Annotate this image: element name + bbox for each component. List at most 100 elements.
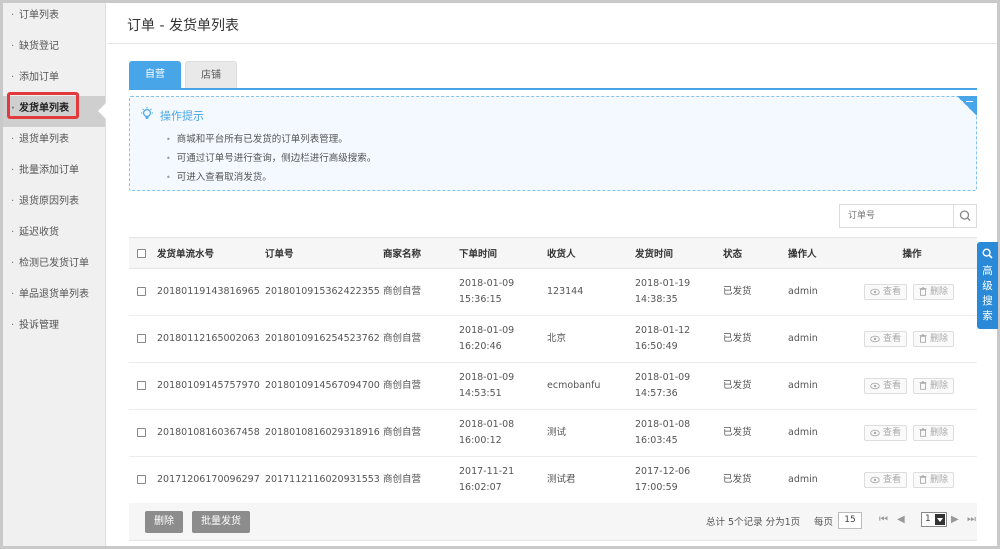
ship-time: 2018-01-19 14:38:35 [635, 268, 723, 316]
delete-button[interactable]: 删除 [913, 284, 955, 300]
sidebar-item-add-order[interactable]: 添加订单 [3, 65, 105, 96]
order-date: 2018-01-09 [459, 325, 515, 336]
next-page-icon[interactable]: ▶ [951, 514, 959, 525]
sidebar-item-order-list[interactable]: 订单列表 [3, 3, 105, 34]
sidebar-item-delay-receive[interactable]: 延迟收货 [3, 220, 105, 251]
prev-page-icon[interactable]: ◀ [897, 514, 905, 525]
consignee-link[interactable]: 北京 [547, 315, 635, 363]
col-header: 下单时间 [459, 237, 547, 269]
shop-name: 商创自营 [383, 456, 459, 504]
per-page-label: 每页 [814, 517, 834, 528]
sidebar: 订单列表 缺货登记 添加订单 发货单列表 退货单列表 批量添加订单 退货原因列表… [3, 3, 106, 546]
status-text: 已发货 [723, 409, 788, 457]
consignee-link[interactable]: 123144 [547, 268, 635, 316]
order-time: 2018-01-09 16:20:46 [459, 315, 547, 363]
delete-button[interactable]: 删除 [913, 472, 955, 488]
sidebar-item-check-shipped[interactable]: 检测已发货订单 [3, 251, 105, 282]
consignee-link[interactable]: 测试 [547, 409, 635, 457]
delete-button[interactable]: 删除 [913, 425, 955, 441]
eye-icon [870, 476, 880, 484]
adv-search-char: 索 [982, 310, 993, 322]
row-checkbox[interactable] [137, 287, 146, 296]
bulk-delete-button[interactable]: 删除 [145, 511, 183, 533]
adv-search-char: 级 [982, 280, 993, 292]
sidebar-item-delivery-list[interactable]: 发货单列表 [3, 96, 106, 127]
tab-bar: 自营 店铺 [129, 61, 241, 89]
sidebar-item-batch-add[interactable]: 批量添加订单 [3, 158, 105, 189]
ship-time: 2018-01-09 14:57:36 [635, 362, 723, 410]
delivery-sn: 20180109145757970 [157, 362, 265, 410]
search-icon [982, 248, 993, 259]
eye-icon [870, 429, 880, 437]
order-sn: 2018010916254523762 [265, 315, 383, 363]
view-button[interactable]: 查看 [863, 284, 907, 300]
page-select-value: 1 [925, 514, 931, 524]
per-page-input[interactable]: 15 [838, 512, 862, 529]
order-time: 2018-01-08 16:00:12 [459, 409, 547, 457]
delivery-sn: 20180112165002063 [157, 315, 265, 363]
order-sn: 2017112116020931553 [265, 456, 383, 504]
col-header: 状态 [723, 237, 788, 269]
col-header: 操作 [847, 237, 977, 269]
view-button[interactable]: 查看 [863, 331, 907, 347]
table-header-row: 发货单流水号 订单号 商家名称 下单时间 收货人 发货时间 状态 操作人 操作 [129, 237, 977, 269]
ship-time: 2017-12-06 17:00:59 [635, 456, 723, 504]
delete-button[interactable]: 删除 [913, 331, 955, 347]
search-button[interactable] [953, 205, 976, 227]
consignee-link[interactable]: 测试君 [547, 456, 635, 504]
select-all-checkbox[interactable] [137, 248, 146, 258]
operator-name: admin [788, 456, 847, 504]
actions-cell: 查看 删除 [847, 456, 977, 504]
col-header: 发货时间 [635, 237, 723, 269]
sidebar-item-return-list[interactable]: 退货单列表 [3, 127, 105, 158]
collapse-icon[interactable] [957, 96, 977, 116]
delivery-sn: 20171206170096297 [157, 456, 265, 504]
first-page-icon[interactable]: ⏮ [879, 514, 888, 525]
shop-name: 商创自营 [383, 268, 459, 316]
batch-ship-button[interactable]: 批量发货 [192, 511, 250, 533]
delivery-sn: 20180119143816965 [157, 268, 265, 316]
order-date: 2017-11-21 [459, 466, 515, 477]
ship-date: 2018-01-19 [635, 278, 691, 289]
consignee-link[interactable]: ecmobanfu [547, 362, 635, 410]
sidebar-item-return-reasons[interactable]: 退货原因列表 [3, 189, 105, 220]
order-clock: 16:20:46 [459, 341, 502, 352]
row-checkbox[interactable] [137, 334, 146, 343]
page-select[interactable]: 1 [921, 512, 947, 527]
sidebar-item-single-return[interactable]: 单品退货单列表 [3, 282, 105, 313]
advanced-search-tab[interactable]: 高 级 搜 索 [977, 242, 998, 329]
order-sn: 2018010915362422355 [265, 268, 383, 316]
row-checkbox[interactable] [137, 381, 146, 390]
row-checkbox[interactable] [137, 428, 146, 437]
tab-self-operated[interactable]: 自营 [129, 61, 181, 89]
view-button[interactable]: 查看 [863, 378, 907, 394]
order-clock: 16:02:07 [459, 482, 502, 493]
status-text: 已发货 [723, 268, 788, 316]
actions-cell: 查看 删除 [847, 268, 977, 316]
table-row: 20180119143816965 2018010915362422355 商创… [129, 268, 977, 316]
status-text: 已发货 [723, 456, 788, 504]
shop-name: 商创自营 [383, 362, 459, 410]
order-sn: 2018010816029318916 [265, 409, 383, 457]
lightbulb-icon [140, 107, 154, 126]
view-button[interactable]: 查看 [863, 472, 907, 488]
order-time: 2017-11-21 16:02:07 [459, 456, 547, 504]
order-search-input[interactable] [840, 205, 954, 227]
col-header: 收货人 [547, 237, 635, 269]
sidebar-item-stockout[interactable]: 缺货登记 [3, 34, 105, 65]
sidebar-item-complaints[interactable]: 投诉管理 [3, 313, 105, 344]
operator-name: admin [788, 362, 847, 410]
actions-cell: 查看 删除 [847, 409, 977, 457]
order-sn: 2018010914567094700 [265, 362, 383, 410]
row-checkbox[interactable] [137, 475, 146, 484]
ship-date: 2018-01-09 [635, 372, 691, 383]
order-time: 2018-01-09 14:53:51 [459, 362, 547, 410]
ship-clock: 17:00:59 [635, 482, 678, 493]
tab-store[interactable]: 店铺 [185, 61, 237, 89]
status-text: 已发货 [723, 315, 788, 363]
last-page-icon[interactable]: ⏭ [967, 514, 976, 525]
actions-cell: 查看 删除 [847, 362, 977, 410]
eye-icon [870, 382, 880, 390]
delete-button[interactable]: 删除 [913, 378, 955, 394]
view-button[interactable]: 查看 [863, 425, 907, 441]
